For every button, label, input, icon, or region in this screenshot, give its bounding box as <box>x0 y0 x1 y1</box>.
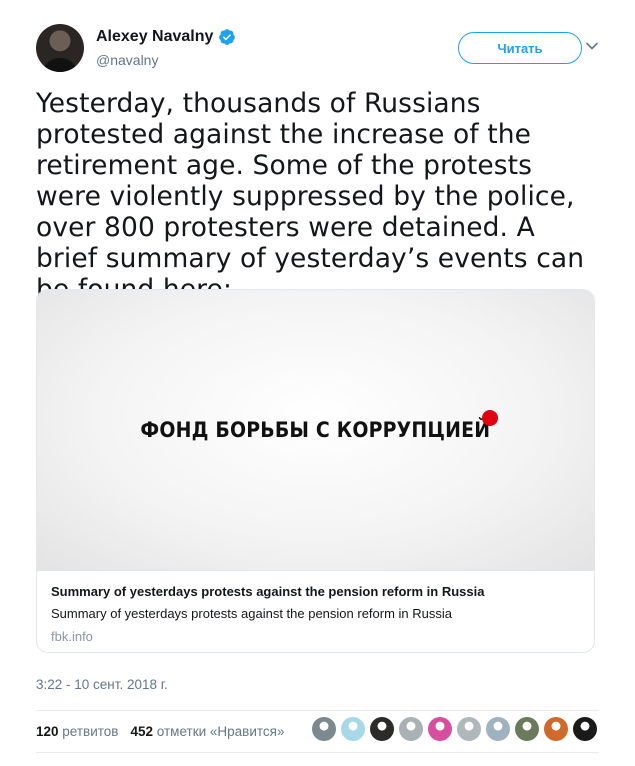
red-dot-icon <box>482 410 498 426</box>
author-name-row: Alexey Navalny <box>96 28 236 46</box>
card-body: Summary of yesterdays protests against t… <box>37 570 594 652</box>
chevron-down-icon[interactable] <box>584 38 600 54</box>
avatar-icon[interactable] <box>486 717 510 741</box>
tweet-stats: 120 ретвитов 452 отметки «Нравится» <box>36 711 599 751</box>
likers-avatars <box>312 717 602 741</box>
avatar-icon[interactable] <box>399 717 423 741</box>
avatar-icon[interactable] <box>544 717 568 741</box>
avatar-icon[interactable] <box>370 717 394 741</box>
link-card[interactable]: ФОНД БОРЬБЫ С КОРРУПЦИЕЙ Summary of yest… <box>36 289 595 653</box>
card-title: Summary of yesterdays protests against t… <box>51 584 485 599</box>
tweet-header: Alexey Navalny @navalny Читать <box>36 24 601 76</box>
card-image: ФОНД БОРЬБЫ С КОРРУПЦИЕЙ <box>37 290 594 570</box>
tweet-text: Yesterday, thousands of Russians protest… <box>36 88 585 305</box>
retweets-count: 120 <box>36 723 59 739</box>
follow-button[interactable]: Читать <box>458 32 582 64</box>
avatar-icon[interactable] <box>428 717 452 741</box>
likes-count: 452 <box>130 723 154 739</box>
tweet-timestamp[interactable]: 3:22 - 10 сент. 2018 г. <box>36 677 168 692</box>
card-description: Summary of yesterdays protests against t… <box>51 606 453 621</box>
retweets-stat[interactable]: 120 ретвитов <box>36 724 118 739</box>
divider <box>36 752 599 753</box>
avatar-icon[interactable] <box>515 717 539 741</box>
card-brand-logo: ФОНД БОРЬБЫ С КОРРУПЦИЕЙ <box>37 410 594 442</box>
card-brand-text: ФОНД БОРЬБЫ С КОРРУПЦИЕЙ <box>140 418 491 442</box>
author-avatar[interactable] <box>36 24 84 72</box>
verified-badge-icon <box>219 29 236 45</box>
author-name[interactable]: Alexey Navalny <box>96 28 213 46</box>
likes-label: отметки «Нравится» <box>156 723 285 739</box>
avatar-icon[interactable] <box>457 717 481 741</box>
card-domain: fbk.info <box>51 629 93 644</box>
author-handle[interactable]: @navalny <box>96 52 158 68</box>
retweets-label: ретвитов <box>62 723 119 739</box>
avatar-icon[interactable] <box>341 717 365 741</box>
avatar-icon[interactable] <box>312 717 336 741</box>
likes-stat[interactable]: 452 отметки «Нравится» <box>130 724 284 739</box>
avatar-icon[interactable] <box>573 717 597 741</box>
